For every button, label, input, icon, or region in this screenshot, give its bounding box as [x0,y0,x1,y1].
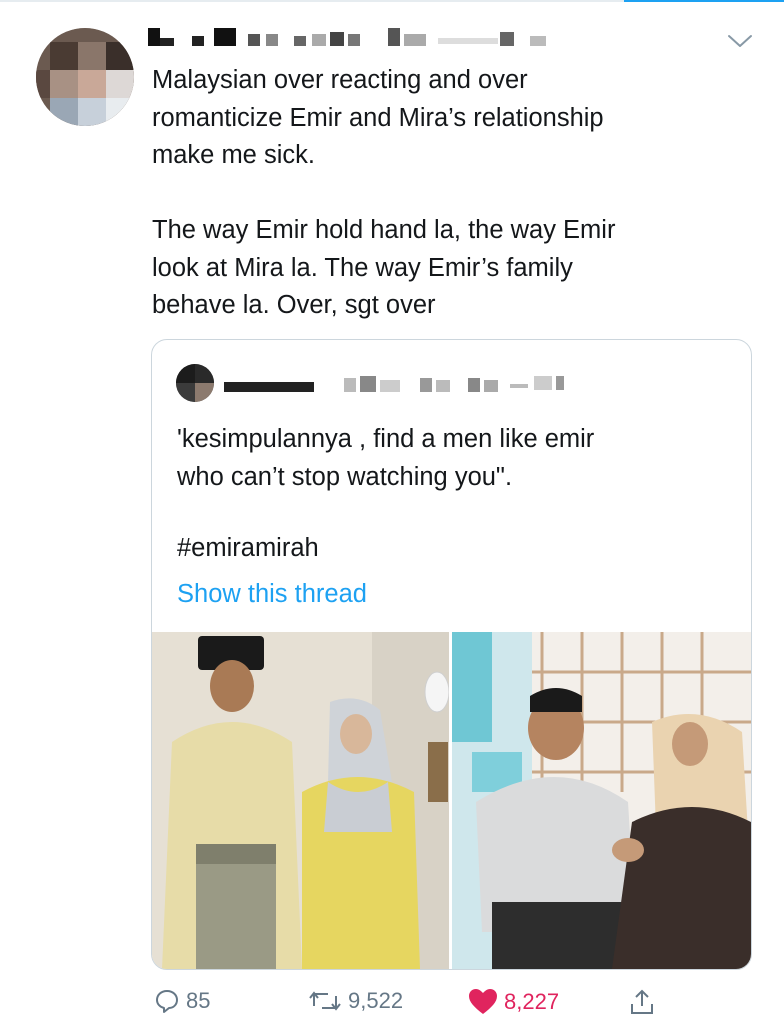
quoted-author-avatar[interactable] [176,364,214,402]
share-button[interactable] [628,988,656,1016]
reply-icon [156,990,178,1013]
reply-button[interactable]: 85 [154,988,210,1014]
active-tab-indicator [624,0,784,2]
couple-seated-photo[interactable] [452,632,751,969]
like-button[interactable]: 8,227 [468,988,559,1016]
tweet-actions: 85 9,522 8,227 [0,980,784,1024]
heart-icon [469,989,497,1014]
retweet-icon [309,991,341,1011]
hashtag-link[interactable]: #emiramirah [177,534,319,563]
retweet-button[interactable]: 9,522 [308,988,403,1014]
tweet-text: Malaysian over reacting and over romanti… [152,66,616,319]
quoted-tweet-card[interactable]: 'kesimpulannya , find a men like emir wh… [151,339,752,970]
reply-count: 85 [186,988,211,1013]
show-thread-link[interactable]: Show this thread [177,580,367,609]
share-icon [631,989,653,1014]
top-divider [0,0,784,2]
quoted-tweet-text: 'kesimpulannya , find a men like emir wh… [177,425,595,491]
like-count: 8,227 [504,989,560,1014]
chevron-down-icon[interactable] [727,34,753,48]
quoted-media[interactable] [152,632,751,969]
author-avatar[interactable] [36,28,134,126]
author-name-obscured[interactable] [148,28,578,52]
retweet-count: 9,522 [348,988,404,1013]
couple-standing-photo[interactable] [152,632,449,969]
quoted-author-name-obscured[interactable] [224,374,594,396]
